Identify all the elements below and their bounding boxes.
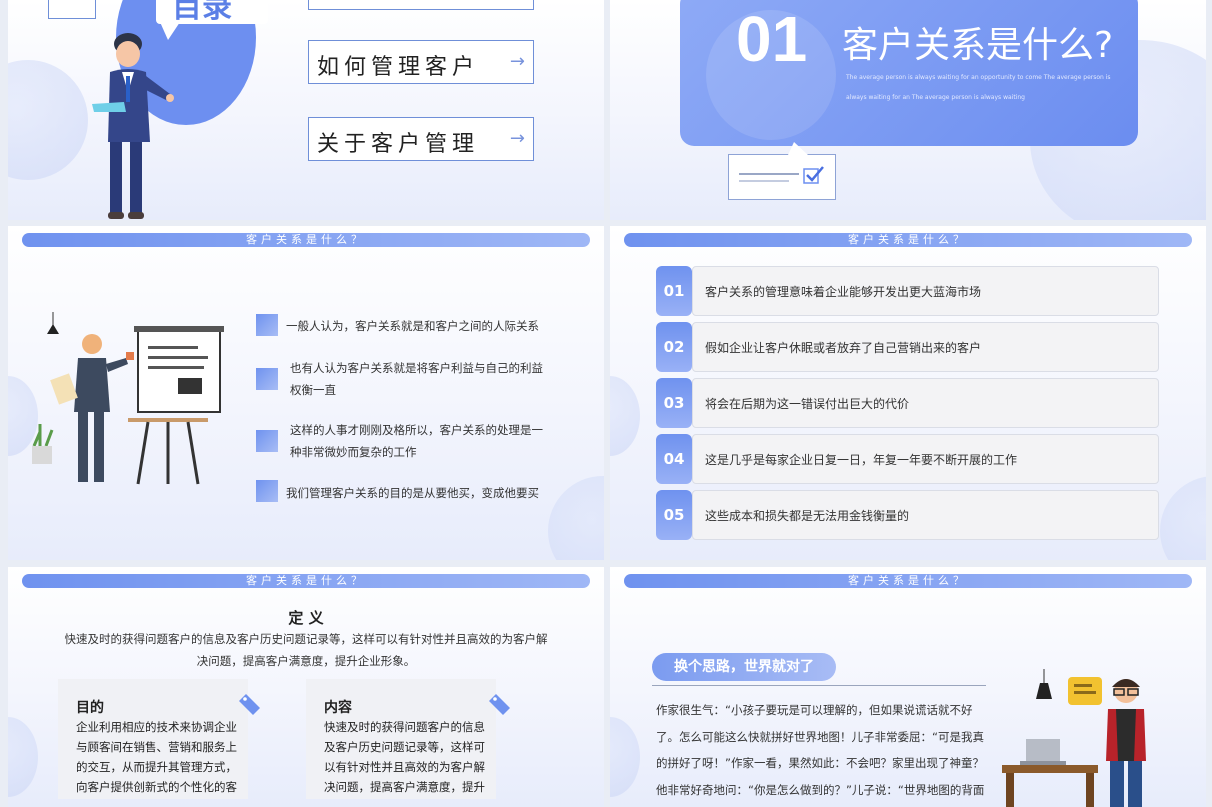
slide-title-bar: 客户关系是什么？	[624, 574, 1192, 588]
point-3: 这样的人事才刚刚及格所以，客户关系的处理是一 种非常微妙而复杂的工作	[290, 423, 543, 459]
desk-worker-illustration	[1002, 669, 1146, 807]
slide-what-is-relationship: 客户关系是什么？ 一般人认为，客户关系就是和客户之间的人际关系 也有人认为客户关…	[8, 226, 604, 560]
list-item-text: 这些成本和损失都是无法用金钱衡量的	[705, 509, 910, 523]
menu-item-manage-customers[interactable]: 如何管理客户 →	[308, 40, 534, 84]
menu-item-label: 如何管理客户	[317, 55, 480, 80]
presentation-board-illustration	[32, 312, 224, 485]
list-item: 02 假如企业让客户休眠或者放弃了自己营销出来的客户	[656, 322, 1159, 372]
bullet-square	[256, 314, 278, 336]
list-item-number: 03	[656, 378, 692, 428]
section-title-card: 01 客户关系是什么? The average person is always…	[680, 0, 1138, 146]
list-item-text: 这是几乎是每家企业日复一日，年复一年要不断开展的工作	[705, 453, 1018, 467]
purpose-title: 目的	[76, 700, 104, 716]
definition-line-1: 快速及时的获得问题客户的信息及客户历史问题记录等，这样可以有针对性并且高效的为客…	[64, 632, 548, 646]
list-item-text: 将会在后期为这一错误付出巨大的代价	[705, 397, 910, 411]
tag-icon	[239, 694, 260, 715]
list-item-text: 客户关系的管理意味着企业能够开发出更大蓝海市场	[705, 285, 982, 299]
list-item-number: 02	[656, 322, 692, 372]
tag-icon	[489, 694, 510, 715]
content-card: 内容 快速及时的获得问题客户的信息及客户历史问题记录等，这样可以有针对性并且高效…	[306, 679, 496, 799]
slide-story: 客户关系是什么？ 换个思路，世界就对了 作家很生气：“小孩子要玩是可以理解的，但…	[610, 567, 1206, 807]
point-2: 也有人认为客户关系就是将客户利益与自己的利益 权衡一直	[290, 361, 543, 397]
list-item: 05 这些成本和损失都是无法用金钱衡量的	[656, 490, 1159, 540]
list-item: 03 将会在后期为这一错误付出巨大的代价	[656, 378, 1159, 428]
contents-heading: 目录	[172, 0, 232, 25]
definition-title: 定 义	[288, 609, 324, 627]
menu-item-about-management[interactable]: 关于客户管理 →	[308, 117, 534, 161]
list-item-number: 04	[656, 434, 692, 484]
slide-title-bar: 客户关系是什么？	[22, 233, 590, 247]
slide-contents: 目录 如何管理客户 → 关于客户管理 →	[8, 0, 604, 220]
bullet-square	[256, 480, 278, 502]
list-item-text: 假如企业让客户休眠或者放弃了自己营销出来的客户	[705, 341, 982, 355]
point-4: 我们管理客户关系的目的是从要他买，变成他要买	[286, 486, 539, 500]
menu-item-1[interactable]	[308, 0, 534, 10]
list-item-number: 01	[656, 266, 692, 316]
divider	[652, 685, 986, 686]
bullet-square	[256, 368, 278, 390]
checkmark-icon	[803, 166, 824, 184]
heading-bubble: 目录	[156, 0, 268, 25]
menu-item-label: 关于客户管理	[317, 132, 480, 157]
slide-definition: 客户关系是什么？ 定 义 快速及时的获得问题客户的信息及客户历史问题记录等，这样…	[8, 567, 604, 807]
checklist-bubble	[728, 154, 836, 200]
slide-numbered-list: 客户关系是什么？ 01 客户关系的管理意味着企业能够开发出更大蓝海市场 02 假…	[610, 226, 1206, 560]
slide-title-bar: 客户关系是什么？	[624, 233, 1192, 247]
story-heading-pill: 换个思路，世界就对了	[652, 653, 836, 681]
definition-line-2: 决问题，提高客户满意度，提升企业形象。	[196, 654, 416, 668]
list-item-number: 05	[656, 490, 692, 540]
list-item: 01 客户关系的管理意味着企业能够开发出更大蓝海市场	[656, 266, 1159, 316]
story-text: 作家很生气：“小孩子要玩是可以理解的，但如果说谎话就不好了。怎么可能这么快就拼好…	[656, 703, 985, 797]
purpose-card: 目的 企业利用相应的技术来协调企业与顾客间在销售、营销和服务上的交互，从而提升其…	[58, 679, 248, 799]
section-title: 客户关系是什么?	[842, 25, 1114, 66]
note-bubble	[48, 0, 96, 19]
content-title: 内容	[324, 700, 352, 716]
arrow-right-icon: →	[509, 51, 525, 72]
section-number: 01	[736, 3, 808, 75]
content-text: 快速及时的获得问题客户的信息及客户历史问题记录等，这样可以有针对性并且高效的为客…	[324, 720, 485, 794]
section-subtitle-line1: The average person is always waiting for…	[846, 74, 1111, 81]
section-subtitle-line2: always waiting for an The average person…	[846, 94, 1025, 101]
bullet-square	[256, 430, 278, 452]
slide-title-bar: 客户关系是什么？	[22, 574, 590, 588]
presenter-illustration	[92, 33, 174, 219]
point-1: 一般人认为，客户关系就是和客户之间的人际关系	[286, 319, 539, 333]
slide-section-01: 01 客户关系是什么? The average person is always…	[610, 0, 1206, 220]
list-item: 04 这是几乎是每家企业日复一日，年复一年要不断开展的工作	[656, 434, 1159, 484]
purpose-text: 企业利用相应的技术来协调企业与顾客间在销售、营销和服务上的交互，从而提升其管理方…	[76, 720, 237, 794]
arrow-right-icon: →	[509, 128, 525, 149]
